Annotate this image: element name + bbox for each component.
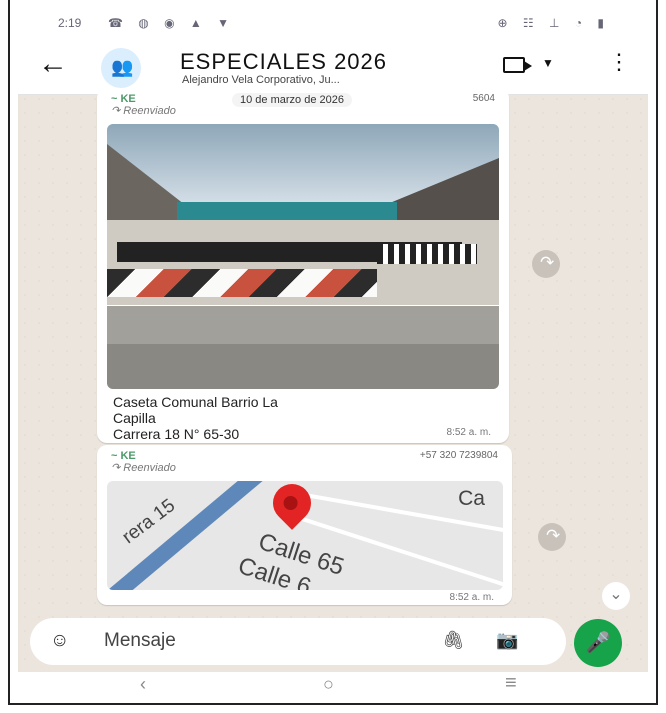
- sender-phone: +57 320 7239804: [419, 450, 498, 461]
- message-time: 8:52 a. m.: [449, 592, 494, 603]
- camera-icon[interactable]: 📷: [496, 630, 518, 651]
- chat-header: ← ESPECIALES 2026 Alejandro Vela Corpora…: [18, 38, 648, 95]
- navigation-bar: ‹ ○ ≡: [18, 672, 648, 698]
- group-avatar[interactable]: [101, 48, 141, 88]
- sender-phone: 5604: [472, 93, 495, 104]
- chat-title[interactable]: ESPECIALES 2026: [180, 49, 387, 75]
- caption-line-1: Caseta Comunal Barrio La: [113, 394, 278, 410]
- nav-recents-icon[interactable]: ≡: [505, 672, 517, 695]
- status-left-icons: ☎ ◍ ◉ ▲ ▼: [108, 16, 235, 30]
- caption-line-2: Capilla: [113, 410, 156, 426]
- attached-photo[interactable]: [107, 124, 499, 389]
- phone-screen: 2:19 ☎ ◍ ◉ ▲ ▼ ⊕ ☷ ⊥ ◔ ▮ ← ESPECIALES 20…: [18, 8, 648, 698]
- back-arrow-icon[interactable]: ←: [38, 49, 68, 81]
- status-right-icons: ⊕ ☷ ⊥ ◔ ▮: [497, 16, 610, 30]
- forward-icon[interactable]: [538, 523, 566, 551]
- photo-sidewalk: [107, 306, 499, 346]
- message-time: 8:52 a. m.: [446, 427, 491, 438]
- map-label: Ca: [458, 487, 485, 510]
- forward-icon[interactable]: [532, 250, 560, 278]
- more-vert-icon[interactable]: ⋮: [608, 51, 630, 73]
- microphone-icon[interactable]: 🎤: [574, 619, 622, 667]
- photo-stripes: [107, 269, 377, 297]
- status-time: 2:19: [58, 16, 82, 30]
- message-map-bubble[interactable]: ~ KE ↷ Reenviado +57 320 7239804 rera 15…: [97, 445, 512, 605]
- video-call-icon[interactable]: [503, 57, 532, 73]
- photo-street: [107, 344, 499, 389]
- message-composer[interactable]: ☺ Mensaje 🖇 📷: [30, 618, 566, 665]
- forwarded-label: ↷ Reenviado: [111, 462, 176, 474]
- emoji-icon[interactable]: ☺: [50, 630, 69, 652]
- status-bar: 2:19 ☎ ◍ ◉ ▲ ▼ ⊕ ☷ ⊥ ◔ ▮: [18, 8, 648, 38]
- chat-subtitle[interactable]: Alejandro Vela Corporativo, Ju...: [182, 74, 340, 86]
- location-map[interactable]: rera 15 Calle 65 Calle 6 Ca: [107, 481, 503, 590]
- caption-line-3: Carrera 18 N° 65-30: [113, 426, 240, 442]
- date-separator: 10 de marzo de 2026: [232, 93, 352, 107]
- message-photo-bubble[interactable]: ~ KE ↷ Reenviado 10 de marzo de 2026 560…: [97, 88, 509, 443]
- forwarded-label: ↷ Reenviado: [111, 105, 176, 117]
- nav-back-icon[interactable]: ‹: [140, 674, 146, 695]
- nav-home-icon[interactable]: ○: [323, 674, 334, 695]
- message-placeholder[interactable]: Mensaje: [104, 630, 176, 652]
- photo-caption: Caseta Comunal Barrio La Capilla Carrera…: [113, 394, 278, 442]
- chevron-down-double-icon[interactable]: ⌄: [602, 582, 630, 610]
- paperclip-icon[interactable]: 🖇: [442, 630, 465, 651]
- chevron-down-icon[interactable]: ▼: [542, 56, 554, 70]
- photo-window-grill: [377, 244, 477, 264]
- screenshot-frame: 2:19 ☎ ◍ ◉ ▲ ▼ ⊕ ☷ ⊥ ◔ ▮ ← ESPECIALES 20…: [0, 0, 666, 713]
